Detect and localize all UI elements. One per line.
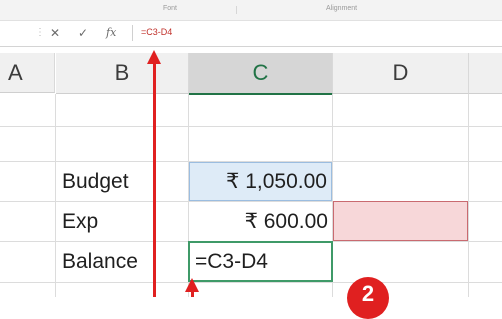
cancel-icon[interactable]: ✕ bbox=[50, 26, 60, 40]
cell-budget-value[interactable]: ₹ 1,050.00 bbox=[189, 162, 332, 201]
insert-function-icon[interactable]: fx bbox=[106, 26, 116, 39]
cell-exp-label[interactable]: Exp bbox=[62, 210, 98, 234]
column-gridline bbox=[468, 94, 469, 297]
row-gridline bbox=[0, 126, 502, 127]
row-gridline bbox=[0, 282, 502, 283]
ribbon-group-alignment: Alignment bbox=[326, 5, 358, 12]
cell-balance-formula[interactable]: =C3-D4 bbox=[188, 241, 333, 282]
cell-d-highlighted[interactable] bbox=[333, 201, 468, 241]
enter-icon[interactable]: ✓ bbox=[78, 26, 88, 40]
annotation-arrow-shaft bbox=[191, 290, 194, 297]
ribbon-separator bbox=[236, 6, 237, 14]
column-header-a[interactable]: A bbox=[0, 53, 55, 93]
formula-divider bbox=[132, 25, 133, 41]
drag-handle-icon[interactable]: ⋮ bbox=[35, 27, 45, 38]
column-header-b[interactable]: B bbox=[56, 53, 189, 94]
formula-bar: ⋮ ✕ ✓ fx =C3-D4 bbox=[0, 21, 502, 47]
column-header-d[interactable]: D bbox=[333, 53, 469, 94]
column-gridline bbox=[55, 94, 56, 297]
step-badge: 2 bbox=[347, 277, 389, 319]
formula-input[interactable]: =C3-D4 bbox=[141, 27, 172, 37]
column-header-c[interactable]: C bbox=[189, 53, 333, 95]
column-header-e[interactable] bbox=[469, 53, 502, 94]
cell-balance-label[interactable]: Balance bbox=[62, 250, 138, 274]
ribbon-strip bbox=[0, 0, 502, 21]
cell-exp-value[interactable]: ₹ 600.00 bbox=[189, 201, 332, 241]
cell-budget-label[interactable]: Budget bbox=[62, 170, 129, 194]
ribbon-group-font: Font bbox=[163, 5, 178, 12]
annotation-arrow-shaft bbox=[153, 62, 156, 297]
